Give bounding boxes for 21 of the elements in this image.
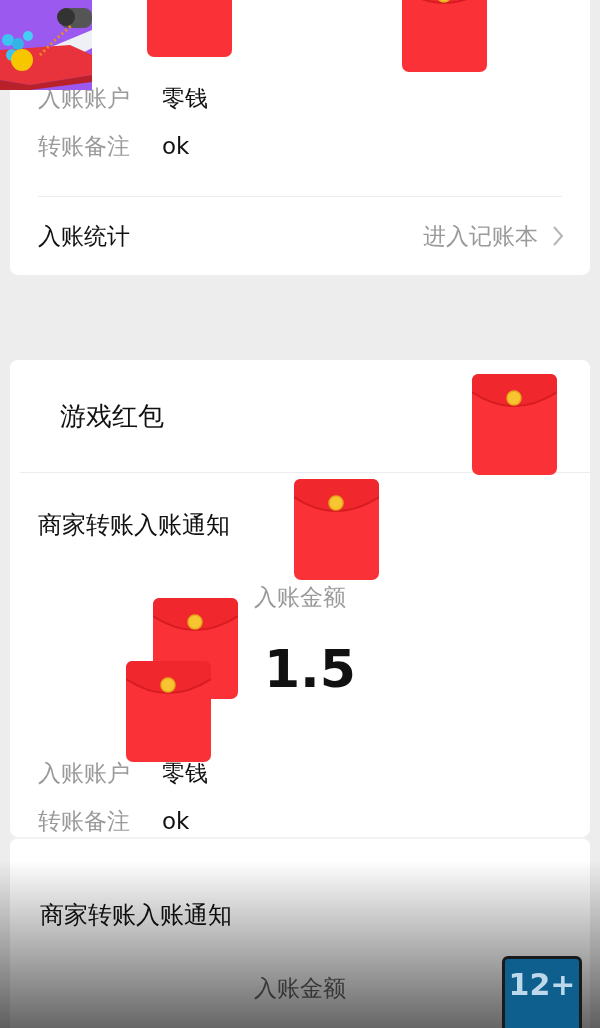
notice-title: 商家转账入账通知 xyxy=(38,510,230,541)
field-value: ok xyxy=(162,133,190,159)
amount-value: 1.5 xyxy=(263,639,357,699)
field-label: 转账备注 xyxy=(38,131,131,161)
amount-label: 入账金额 xyxy=(254,584,346,610)
field-value: ok xyxy=(162,808,190,834)
card-header: 游戏红包 xyxy=(60,399,164,433)
chevron-right-icon xyxy=(552,225,564,247)
age-rating-badge: 12+ xyxy=(502,956,582,1028)
envelope-icon xyxy=(472,374,557,475)
field-label: 转账备注 xyxy=(38,806,131,836)
amount-label: 入账金额 xyxy=(254,975,346,1001)
stats-label: 入账统计 xyxy=(38,221,130,251)
field-label: 入账账户 xyxy=(38,758,131,788)
envelope-icon xyxy=(126,661,211,762)
field-value: 零钱 xyxy=(162,758,208,788)
notice-title: 商家转账入账通知 xyxy=(40,901,232,929)
field-value: 零钱 xyxy=(162,83,208,113)
envelope-icon xyxy=(294,479,379,580)
stats-row[interactable]: 入账统计 进入记账本 xyxy=(10,197,590,275)
envelope-icon xyxy=(402,0,487,72)
